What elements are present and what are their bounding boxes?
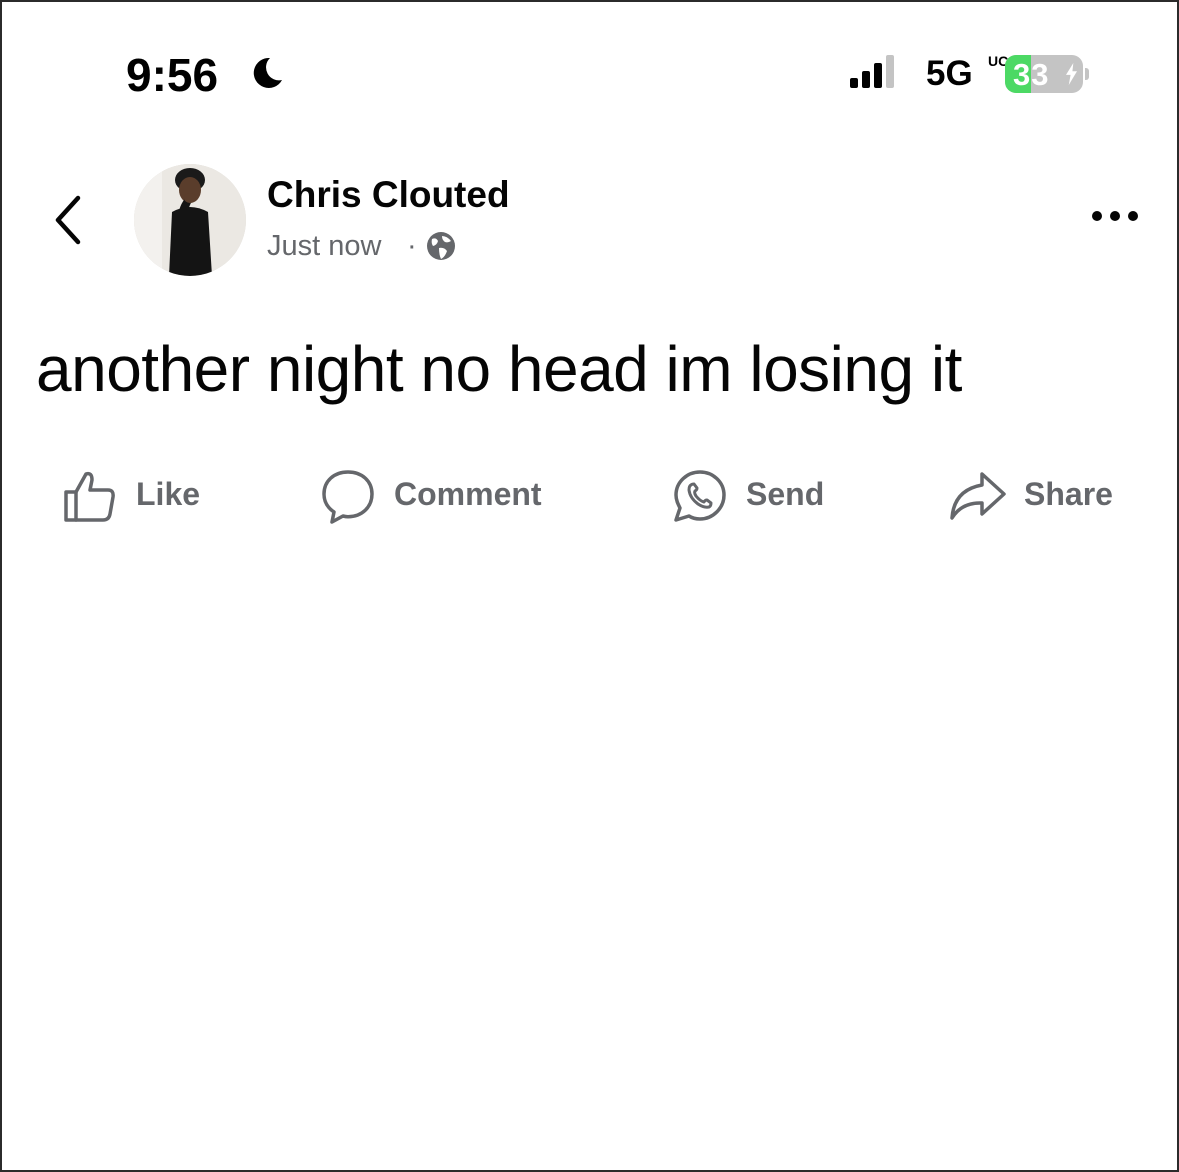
status-time: 9:56 xyxy=(126,49,219,101)
meta-separator: · xyxy=(407,230,417,262)
share-label: Share xyxy=(1024,476,1113,512)
profile-photo xyxy=(134,164,246,276)
chevron-left-icon[interactable] xyxy=(48,192,88,248)
network-suffix: UC xyxy=(988,53,1009,69)
like-button[interactable]: Like xyxy=(62,468,212,524)
comment-label: Comment xyxy=(394,476,542,512)
like-label: Like xyxy=(136,476,201,512)
battery-indicator: 33 xyxy=(1005,55,1083,93)
battery-level: 33 xyxy=(1013,57,1050,92)
bolt-icon xyxy=(1066,63,1077,85)
share-button[interactable]: Share xyxy=(948,468,1128,524)
send-label: Send xyxy=(746,476,825,512)
more-horizontal-icon[interactable] xyxy=(1088,206,1142,226)
comment-icon xyxy=(322,470,374,524)
network-type: 5G xyxy=(926,54,973,93)
comment-button[interactable]: Comment xyxy=(320,468,560,524)
cellular-signal-icon xyxy=(850,55,894,88)
author-name[interactable]: Chris Clouted xyxy=(267,174,510,216)
whatsapp-icon xyxy=(674,470,726,522)
post-text: another night no head im losing it xyxy=(36,333,962,405)
share-arrow-icon xyxy=(950,472,1006,520)
thumbs-up-icon xyxy=(64,471,115,522)
app-screen: 9:56 5G UC 33 Chris Clouted Just now · a… xyxy=(0,0,1179,1172)
post-timestamp[interactable]: Just now xyxy=(267,230,381,263)
moon-icon xyxy=(253,57,282,88)
globe-icon xyxy=(427,232,455,260)
battery-nub xyxy=(1085,68,1089,80)
avatar[interactable] xyxy=(134,164,246,276)
send-button[interactable]: Send xyxy=(672,468,842,524)
status-bar: 9:56 5G UC 33 xyxy=(2,2,1177,112)
